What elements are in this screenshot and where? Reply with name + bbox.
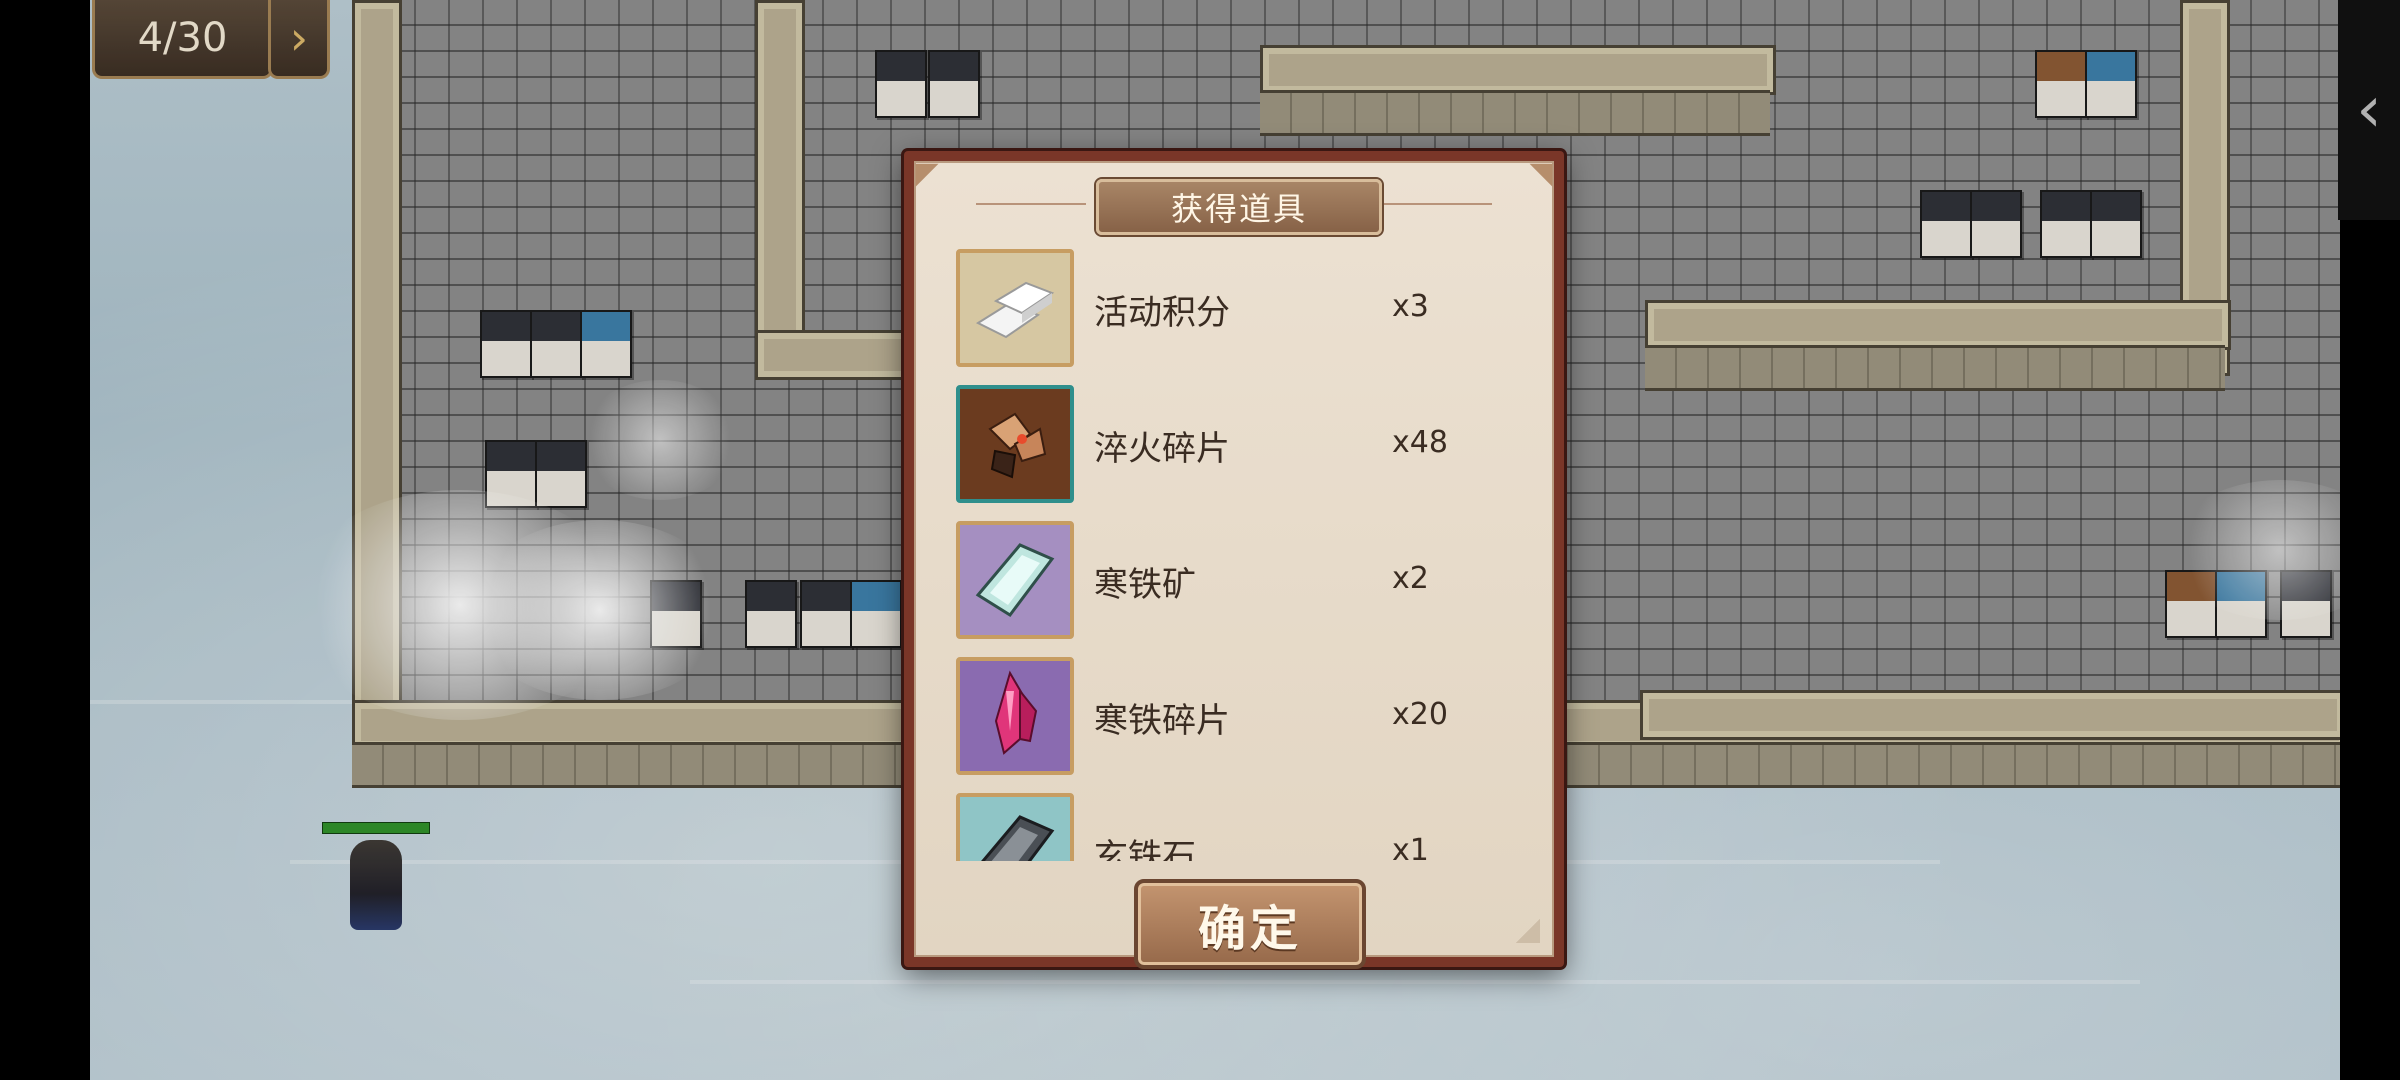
dialog-body: ◤ ◥ 获得道具 活动积分 x3 淬火碎片 x48 寒铁矿 x2 寒铁碎片 x2… bbox=[914, 157, 1554, 969]
item-count: x20 bbox=[1392, 697, 1448, 732]
reward-item[interactable]: 寒铁碎片 x20 bbox=[956, 657, 1526, 781]
title-ornament-line bbox=[976, 203, 1086, 205]
reward-item[interactable]: 寒铁矿 x2 bbox=[956, 521, 1526, 645]
reward-dialog: ◤ ◥ 获得道具 活动积分 x3 淬火碎片 x48 寒铁矿 x2 寒铁碎片 x2… bbox=[904, 151, 1564, 969]
dialog-title: 获得道具 bbox=[1170, 190, 1307, 228]
item-count: x1 bbox=[1392, 833, 1429, 861]
title-ornament-line bbox=[1382, 203, 1492, 205]
quench-fragment-icon bbox=[956, 385, 1074, 503]
cold-iron-ore-icon bbox=[956, 521, 1074, 639]
cold-iron-fragment-icon bbox=[956, 657, 1074, 775]
confirm-button-label: 确定 bbox=[1197, 901, 1302, 957]
reward-item[interactable]: 玄铁石 x1 bbox=[956, 793, 1526, 861]
item-count: x3 bbox=[1392, 289, 1429, 324]
item-name: 寒铁矿 bbox=[1094, 565, 1196, 605]
reward-list[interactable]: 活动积分 x3 淬火碎片 x48 寒铁矿 x2 寒铁碎片 x20 玄铁石 x1 bbox=[936, 249, 1536, 861]
reward-item[interactable]: 活动积分 x3 bbox=[956, 249, 1526, 373]
corner-ornament-icon: ◥ bbox=[1529, 156, 1553, 191]
confirm-button[interactable]: 确定 bbox=[1134, 879, 1366, 969]
item-name: 寒铁碎片 bbox=[1094, 701, 1230, 741]
item-count: x48 bbox=[1392, 425, 1448, 460]
corner-ornament-icon: ◤ bbox=[915, 156, 939, 191]
item-name: 活动积分 bbox=[1094, 293, 1230, 333]
page-curl-decoration bbox=[1516, 919, 1540, 943]
item-count: x2 bbox=[1392, 561, 1429, 596]
silver-ingot-icon bbox=[956, 249, 1074, 367]
dark-iron-stone-icon bbox=[956, 793, 1074, 861]
reward-item[interactable]: 淬火碎片 x48 bbox=[956, 385, 1526, 509]
item-name: 玄铁石 bbox=[1094, 837, 1196, 861]
item-name: 淬火碎片 bbox=[1094, 429, 1230, 469]
dialog-title-plate: 获得道具 bbox=[1096, 179, 1382, 235]
